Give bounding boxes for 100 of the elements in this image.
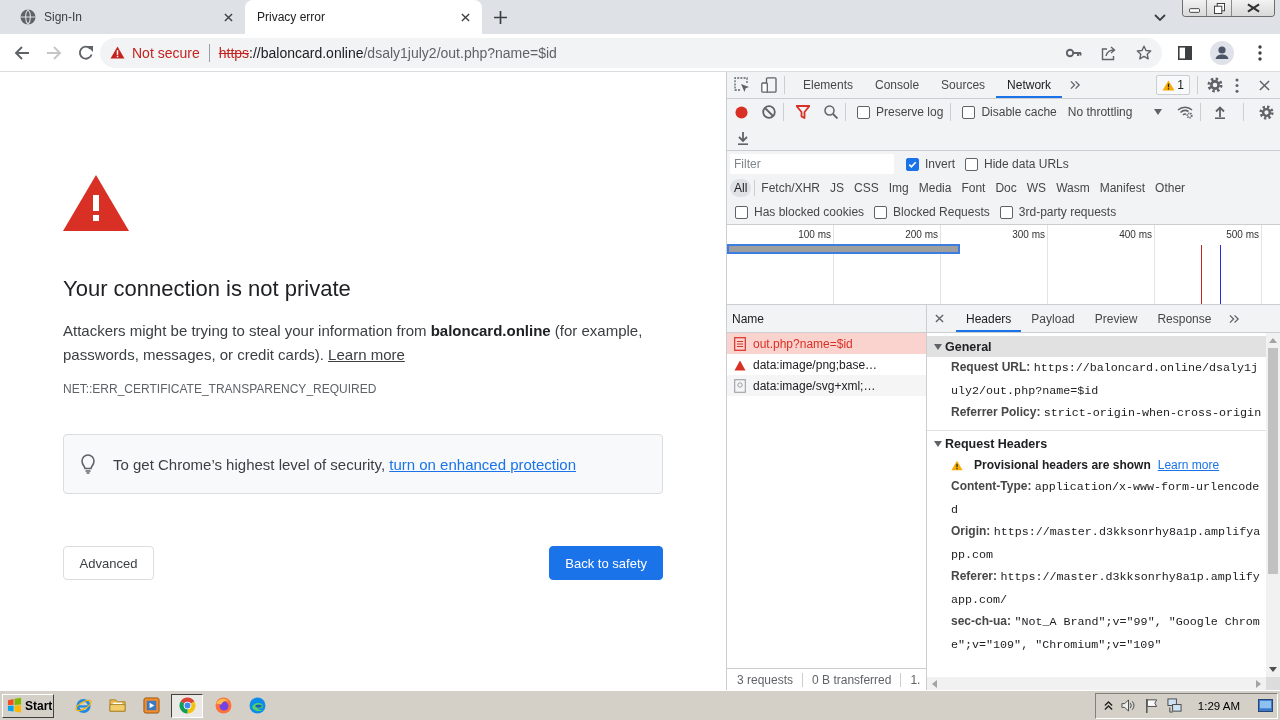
request-row[interactable]: data:image/svg+xml;… <box>727 375 926 396</box>
menu-icon[interactable] <box>1235 77 1239 93</box>
filter-input[interactable]: Filter <box>730 154 894 174</box>
checkbox[interactable] <box>999 205 1013 219</box>
checkbox-label[interactable]: Has blocked cookies <box>754 205 865 219</box>
details-tab[interactable]: Response <box>1147 307 1222 332</box>
checkbox[interactable] <box>962 105 976 119</box>
checkbox-label[interactable]: Invert <box>925 157 955 171</box>
type-filter[interactable]: Manifest <box>1095 179 1150 197</box>
checkbox-label[interactable]: 3rd-party requests <box>1018 205 1117 219</box>
page-heading: Your connection is not private <box>63 275 351 303</box>
scrollbar-thumb[interactable] <box>1268 348 1278 574</box>
taskbar-app-button[interactable] <box>171 693 203 718</box>
network-icon[interactable] <box>1166 698 1182 713</box>
column-header[interactable]: Name <box>732 311 764 326</box>
devtools-tab[interactable]: Console <box>864 74 931 98</box>
section-header[interactable]: General <box>927 336 1266 357</box>
filter-icon[interactable] <box>796 105 810 119</box>
clock-text[interactable]: 1:29 AM <box>1197 699 1240 712</box>
record-icon[interactable] <box>735 105 748 119</box>
browser-tab[interactable]: Privacy error <box>245 0 482 34</box>
checkbox-label[interactable]: Disable cache <box>981 105 1057 119</box>
flag-icon[interactable] <box>1143 698 1159 713</box>
type-filter[interactable]: Fetch/XHR <box>757 179 825 197</box>
chevron-up-icon[interactable] <box>1103 698 1113 713</box>
show-desktop-icon[interactable] <box>1258 699 1273 712</box>
minimize-button[interactable] <box>1183 0 1207 16</box>
address-bar[interactable]: Not secure https://baloncard.online/dsaly1july2/out.php?name=$id <box>100 37 1162 68</box>
type-filter[interactable]: Other <box>1151 179 1190 197</box>
details-tab[interactable]: Preview <box>1084 307 1148 332</box>
type-filter[interactable]: Wasm <box>1052 179 1094 197</box>
search-icon[interactable] <box>824 105 838 119</box>
checkbox[interactable] <box>874 205 888 219</box>
throttling-dropdown[interactable]: No throttling <box>1067 105 1163 119</box>
checkbox-label[interactable]: Blocked Requests <box>893 205 990 219</box>
star-icon[interactable] <box>1136 44 1152 61</box>
close-icon[interactable] <box>224 12 233 22</box>
load-event-line <box>1201 245 1202 304</box>
file-icon <box>734 378 746 393</box>
devtools-tab[interactable]: Sources <box>930 74 997 98</box>
warning-icon[interactable] <box>110 46 125 59</box>
scroll-down-icon[interactable] <box>1269 667 1277 672</box>
download-icon[interactable] <box>736 131 750 145</box>
close-window-button[interactable] <box>1232 0 1274 16</box>
upload-icon[interactable] <box>1213 105 1228 119</box>
avatar-icon[interactable] <box>1210 40 1234 65</box>
url-text[interactable]: https://baloncard.online/dsaly1july2/out.php?name=$id <box>218 44 557 61</box>
more-tabs-icon[interactable] <box>1229 313 1241 324</box>
learn-more-link[interactable]: Learn more <box>1157 458 1220 473</box>
advanced-button[interactable]: Advanced <box>63 546 154 580</box>
speaker-icon[interactable] <box>1120 698 1136 713</box>
request-row[interactable]: data:image/png;base… <box>727 354 926 375</box>
network-conditions-icon[interactable] <box>1177 105 1194 119</box>
clear-icon[interactable] <box>762 105 776 119</box>
checkbox[interactable] <box>735 205 748 219</box>
close-icon[interactable] <box>1259 79 1270 91</box>
type-filter[interactable]: Img <box>884 179 913 197</box>
folder-icon <box>108 697 126 714</box>
enhanced-protection-link[interactable]: turn on enhanced protection <box>389 455 577 473</box>
section-header[interactable]: Request Headers <box>927 433 1266 455</box>
settings-icon[interactable] <box>1259 104 1275 120</box>
type-filter[interactable]: CSS <box>850 179 883 197</box>
reload-icon[interactable] <box>78 44 94 61</box>
notice-text: Provisional headers are shown <box>974 458 1151 473</box>
details-tab[interactable]: Headers <box>956 307 1022 332</box>
back-icon[interactable] <box>14 44 30 61</box>
menu-icon[interactable] <box>1258 44 1262 61</box>
type-filter[interactable]: JS <box>826 179 849 197</box>
type-filter[interactable]: All <box>730 179 752 197</box>
type-filter[interactable]: Doc <box>991 179 1021 197</box>
type-filter[interactable]: Font <box>957 179 990 197</box>
learn-more-link[interactable]: Learn more <box>328 346 405 363</box>
browser-tab[interactable]: Sign-In <box>8 0 245 34</box>
checkbox-label[interactable]: Hide data URLs <box>984 157 1069 171</box>
security-status[interactable]: Not secure <box>132 44 200 61</box>
share-icon[interactable] <box>1101 44 1117 61</box>
details-tab[interactable]: Payload <box>1021 307 1085 332</box>
plus-icon[interactable] <box>494 11 507 24</box>
more-tabs-icon[interactable] <box>1070 80 1082 90</box>
request-row[interactable]: out.php?name=$id <box>727 333 926 354</box>
close-icon[interactable] <box>461 12 470 22</box>
vertical-scrollbar[interactable] <box>1266 333 1280 677</box>
inspect-icon[interactable] <box>734 77 750 93</box>
devtools-tab[interactable]: Elements <box>792 74 865 98</box>
checkbox-label[interactable]: Preserve log <box>876 105 944 119</box>
restore-button[interactable] <box>1207 0 1232 16</box>
summary-text: 0 B transferred <box>812 672 892 687</box>
type-filter[interactable]: WS <box>1022 179 1051 197</box>
start-button[interactable]: Start <box>2 693 54 718</box>
issues-button[interactable]: 1 <box>1156 75 1190 95</box>
settings-icon[interactable] <box>1207 77 1223 93</box>
checkbox[interactable] <box>965 157 978 171</box>
checkbox[interactable] <box>906 157 919 171</box>
side-panel-icon[interactable] <box>1178 45 1192 60</box>
checkbox[interactable] <box>857 105 870 119</box>
type-filter[interactable]: Media <box>914 179 956 197</box>
back-to-safety-button[interactable]: Back to safety <box>549 546 663 580</box>
chevron-down-icon[interactable] <box>1154 14 1166 22</box>
close-icon[interactable] <box>935 314 944 323</box>
device-icon[interactable] <box>761 77 777 93</box>
